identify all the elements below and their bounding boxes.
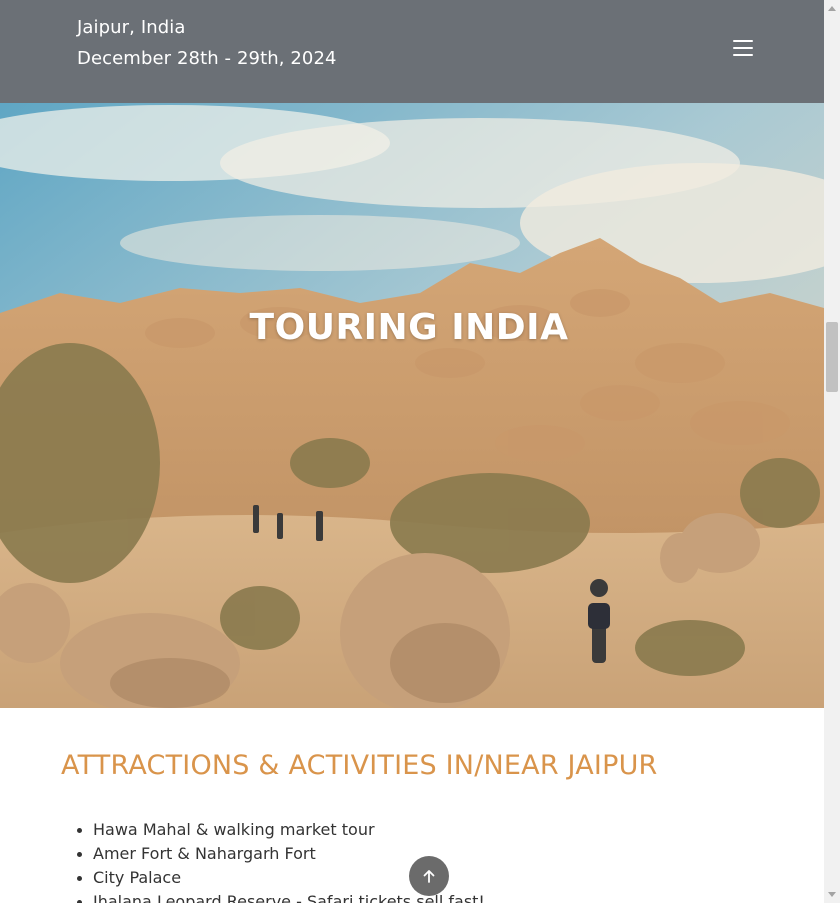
trip-dates: December 28th - 29th, 2024 — [77, 48, 337, 69]
menu-line — [733, 54, 753, 56]
site-header: Jaipur, India December 28th - 29th, 2024 — [0, 0, 824, 103]
scrollbar-thumb[interactable] — [826, 322, 838, 392]
trip-location: Jaipur, India — [77, 17, 186, 38]
hero-banner: TOURING INDIA — [0, 103, 824, 708]
menu-line — [733, 47, 753, 49]
scroll-down-icon[interactable] — [828, 892, 836, 897]
back-to-top-button[interactable] — [409, 856, 449, 896]
scroll-up-icon[interactable] — [828, 6, 836, 11]
section-title: ATTRACTIONS & ACTIVITIES IN/NEAR JAIPUR — [61, 750, 658, 781]
page: Jaipur, India December 28th - 29th, 2024 — [0, 0, 824, 903]
vertical-scrollbar[interactable] — [824, 0, 840, 903]
list-item: Hawa Mahal & walking market tour — [77, 818, 485, 842]
menu-line — [733, 40, 753, 42]
hero-title: TOURING INDIA — [249, 307, 569, 348]
hero-image — [0, 103, 824, 708]
hamburger-menu-icon[interactable] — [731, 36, 755, 60]
arrow-up-icon — [423, 870, 435, 883]
